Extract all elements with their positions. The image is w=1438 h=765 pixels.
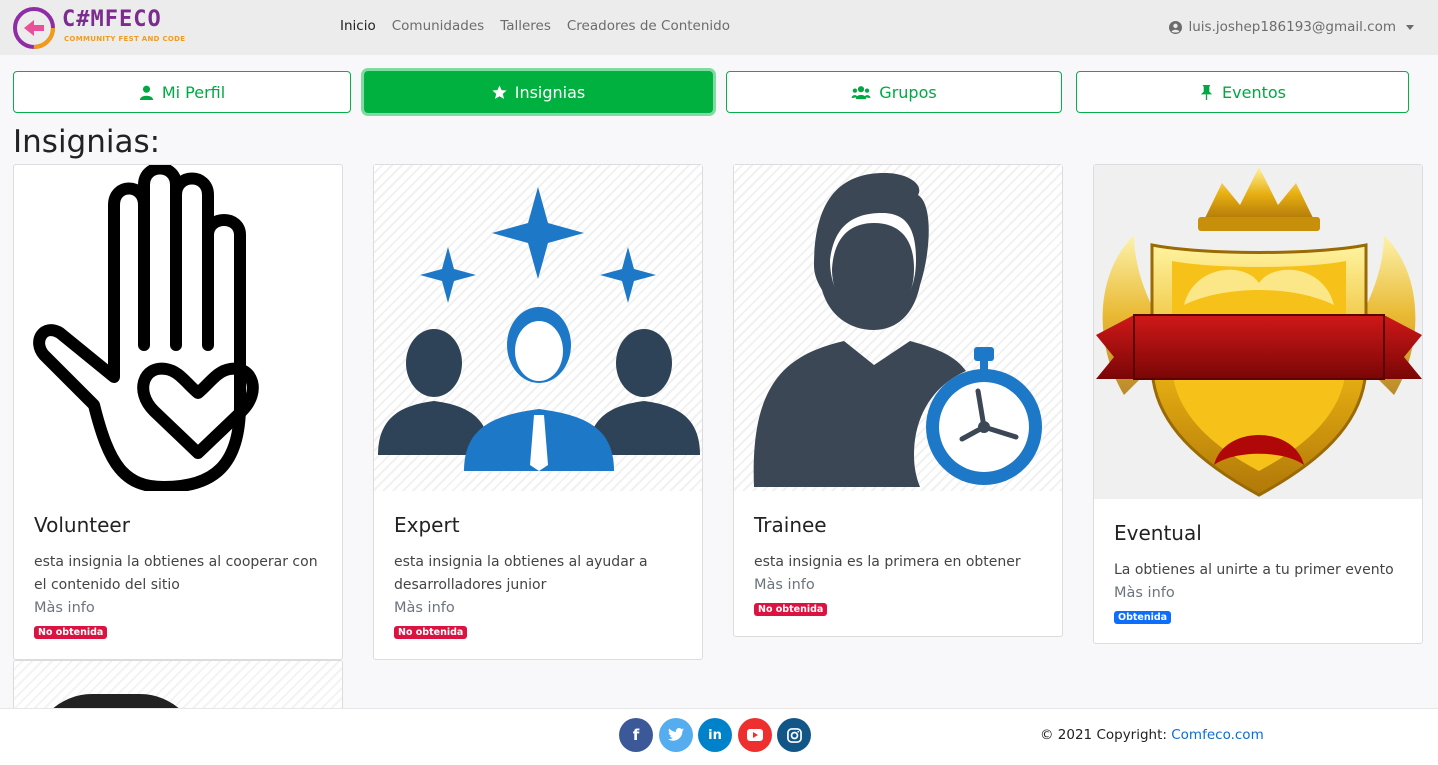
- badge-title: Expert: [394, 513, 460, 537]
- status-badge: Obtenida: [1114, 611, 1172, 624]
- nav-link-inicio[interactable]: Inicio: [340, 18, 376, 34]
- more-info-link[interactable]: Màs info: [1114, 582, 1402, 605]
- badge-description: esta insignia es la primera en obtener: [754, 554, 1021, 570]
- copyright-text: © 2021 Copyright: Comfeco.com: [1040, 727, 1264, 743]
- more-info-link[interactable]: Màs info: [754, 574, 1042, 597]
- page-title: Insignias:: [13, 124, 161, 160]
- badge-image: [14, 165, 342, 491]
- youtube-play-icon: [747, 729, 763, 741]
- logo-icon: [13, 7, 55, 49]
- page-footer: f in © 2021 Copyright: Comfeco.com: [0, 708, 1438, 765]
- twitter-bird-icon: [668, 728, 684, 741]
- youtube-icon[interactable]: [738, 718, 772, 752]
- chevron-down-icon: [1406, 24, 1414, 30]
- user-email: luis.joshep186193@gmail.com: [1188, 19, 1396, 35]
- card-body: Trainee esta insignia es la primera en o…: [734, 491, 1062, 636]
- tab-insignias[interactable]: Insignias: [364, 71, 713, 113]
- tab-label: Mi Perfil: [161, 82, 226, 102]
- badge-title: Volunteer: [34, 513, 130, 537]
- user-icon: [139, 85, 153, 100]
- badge-description: esta insignia la obtienes al cooperar co…: [34, 554, 318, 593]
- brand-tagline: COMMUNITY FEST AND CODE: [64, 35, 186, 43]
- user-circle-icon: [1169, 20, 1183, 34]
- tab-label: Grupos: [879, 82, 937, 102]
- copyright-label: © 2021 Copyright:: [1040, 727, 1167, 743]
- nav-link-talleres[interactable]: Talleres: [500, 18, 551, 34]
- badge-image: [374, 165, 702, 491]
- badge-card-expert: Expert esta insignia la obtienes al ayud…: [373, 164, 703, 660]
- user-menu-dropdown[interactable]: luis.joshep186193@gmail.com: [1169, 19, 1414, 35]
- card-body: Volunteer esta insignia la obtienes al c…: [14, 491, 342, 659]
- more-info-link[interactable]: Màs info: [34, 597, 322, 620]
- status-badge: No obtenida: [394, 626, 468, 639]
- badge-card-volunteer: Volunteer esta insignia la obtienes al c…: [13, 164, 343, 660]
- tab-label: Insignias: [514, 82, 586, 102]
- badge-card-eventual: Eventual La obtienes al unirte a tu prim…: [1093, 164, 1423, 644]
- instagram-icon[interactable]: [777, 718, 811, 752]
- tab-mi-perfil[interactable]: Mi Perfil: [13, 71, 351, 113]
- instagram-camera-icon: [786, 727, 802, 743]
- tab-grupos[interactable]: Grupos: [726, 71, 1062, 113]
- status-badge: No obtenida: [34, 626, 108, 639]
- card-body: Eventual La obtienes al unirte a tu prim…: [1094, 499, 1422, 644]
- card-body: Expert esta insignia la obtienes al ayud…: [374, 491, 702, 659]
- badge-image: [734, 165, 1062, 491]
- badge-description: La obtienes al unirte a tu primer evento: [1114, 562, 1394, 578]
- star-icon: [492, 84, 507, 99]
- badge-image: [1094, 165, 1422, 499]
- users-icon: [851, 85, 871, 99]
- top-navbar: C#MFECO COMMUNITY FEST AND CODE Inicio C…: [0, 0, 1438, 55]
- badge-description: esta insignia la obtienes al ayudar a de…: [394, 554, 648, 593]
- badge-title: Trainee: [754, 513, 827, 537]
- tab-label: Eventos: [1222, 82, 1286, 102]
- team-stars-icon: [378, 187, 700, 471]
- tab-eventos[interactable]: Eventos: [1076, 71, 1409, 113]
- brand-logo[interactable]: C#MFECO COMMUNITY FEST AND CODE: [12, 5, 192, 51]
- brand-name: C#MFECO: [62, 7, 162, 32]
- nav-link-comunidades[interactable]: Comunidades: [392, 18, 484, 34]
- hand-heart-icon: [33, 165, 259, 491]
- person-stopwatch-icon: [753, 173, 1042, 487]
- facebook-icon[interactable]: f: [619, 718, 653, 752]
- badge-card-trainee: Trainee esta insignia es la primera en o…: [733, 164, 1063, 637]
- nav-link-creadores[interactable]: Creadores de Contenido: [567, 18, 730, 34]
- thumbtack-icon: [1200, 84, 1213, 100]
- main-nav: Inicio Comunidades Talleres Creadores de…: [340, 18, 730, 34]
- linkedin-icon[interactable]: in: [698, 718, 732, 752]
- golden-shield-icon: [1096, 167, 1422, 497]
- twitter-icon[interactable]: [659, 718, 693, 752]
- badge-title: Eventual: [1114, 521, 1202, 545]
- status-badge: No obtenida: [754, 603, 828, 616]
- site-link[interactable]: Comfeco.com: [1171, 727, 1263, 743]
- more-info-link[interactable]: Màs info: [394, 597, 682, 620]
